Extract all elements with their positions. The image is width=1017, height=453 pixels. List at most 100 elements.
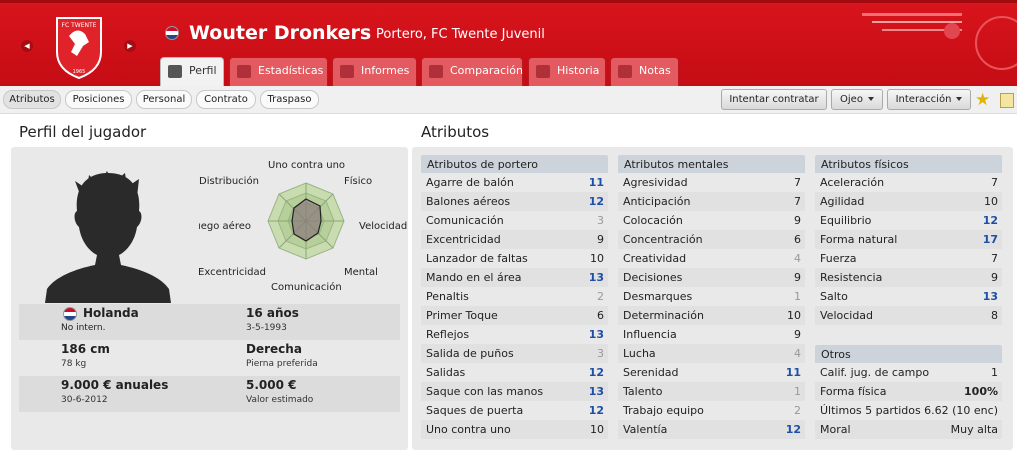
subnav-posiciones[interactable]: Posiciones: [65, 90, 132, 109]
star-icon[interactable]: ★: [975, 90, 990, 110]
player-subtitle: Portero, FC Twente Juvenil: [376, 27, 545, 42]
attribute-value: 6.62 (10 enc): [924, 404, 998, 417]
profile-icon: [168, 65, 182, 78]
wage-info: 9.000 € anuales 30-6-2012: [61, 378, 168, 405]
others-heading: Otros: [815, 345, 1002, 363]
attribute-row[interactable]: Equilibrio 12: [815, 211, 1002, 230]
attribute-row[interactable]: Salto 13: [815, 287, 1002, 306]
tab-informes[interactable]: Informes: [332, 57, 417, 86]
note-add-icon[interactable]: [1000, 93, 1014, 108]
subnav-traspaso[interactable]: Traspaso: [260, 90, 319, 109]
attribute-row[interactable]: Últimos 5 partidos 6.62 (10 enc): [815, 401, 1002, 420]
foot-label: Pierna preferida: [246, 359, 318, 369]
tab-estadisticas[interactable]: Estadísticas: [229, 57, 328, 86]
attribute-name: Excentricidad: [426, 233, 501, 246]
arrow-right-icon[interactable]: ▶: [124, 40, 136, 52]
attribute-row[interactable]: Anticipación 7: [618, 192, 805, 211]
scout-dropdown[interactable]: Ojeo: [831, 89, 883, 110]
attribute-value: 12: [588, 366, 604, 379]
attribute-name: Valentía: [623, 423, 668, 436]
attribute-row[interactable]: Agarre de balón 11: [421, 173, 608, 192]
attribute-row[interactable]: Decisiones 9: [618, 268, 805, 287]
tab-perfil[interactable]: Perfil: [160, 57, 224, 87]
subnav-personal[interactable]: Personal: [136, 90, 192, 109]
radar-label-right3: Mental: [344, 267, 378, 278]
attribute-value: 10: [590, 423, 604, 436]
attribute-row[interactable]: Agresividad 7: [618, 173, 805, 192]
foot-value: Derecha: [246, 342, 302, 356]
attribute-name: Uno contra uno: [426, 423, 511, 436]
attribute-row[interactable]: Creatividad 4: [618, 249, 805, 268]
attribute-row[interactable]: Velocidad 8: [815, 306, 1002, 325]
attribute-row[interactable]: Fuerza 7: [815, 249, 1002, 268]
attribute-row[interactable]: Moral Muy alta: [815, 420, 1002, 439]
attribute-value: 2: [794, 404, 801, 417]
tab-label: Perfil: [189, 64, 217, 77]
attribute-row[interactable]: Lanzador de faltas 10: [421, 249, 608, 268]
attribute-name: Determinación: [623, 309, 704, 322]
tab-comparacion[interactable]: Comparación: [421, 57, 523, 86]
attribute-row[interactable]: Desmarques 1: [618, 287, 805, 306]
arrow-left-icon[interactable]: ◀: [21, 40, 33, 52]
tab-notas[interactable]: Notas: [610, 57, 679, 86]
history-icon: [536, 65, 550, 78]
height-value: 186 cm: [61, 342, 110, 356]
radar-label-left2: Juego aéreo: [199, 221, 251, 232]
physical-attributes: Atributos físicos Aceleración 7 Agilidad 10…: [815, 155, 1002, 325]
attribute-row[interactable]: Lucha 4: [618, 344, 805, 363]
attribute-row[interactable]: Comunicación 3: [421, 211, 608, 230]
attribute-row[interactable]: Reflejos 13: [421, 325, 608, 344]
attribute-row[interactable]: Concentración 6: [618, 230, 805, 249]
attribute-row[interactable]: Balones aéreos 12: [421, 192, 608, 211]
left-section-title: Perfil del jugador: [19, 123, 147, 141]
interaction-label: Interacción: [895, 94, 952, 105]
attribute-row[interactable]: Agilidad 10: [815, 192, 1002, 211]
radar-label-right2: Velocidad: [359, 221, 407, 232]
wage-value: 9.000 € anuales: [61, 378, 169, 392]
attribute-row[interactable]: Aceleración 7: [815, 173, 1002, 192]
attribute-row[interactable]: Excentricidad 9: [421, 230, 608, 249]
attribute-value: 12: [982, 214, 998, 227]
attribute-value: 11: [785, 366, 801, 379]
subnav-contrato[interactable]: Contrato: [196, 90, 256, 109]
attribute-name: Saque con las manos: [426, 385, 544, 398]
attribute-row[interactable]: Salida de puños 3: [421, 344, 608, 363]
attribute-row[interactable]: Resistencia 9: [815, 268, 1002, 287]
nation-flag-icon: [165, 26, 179, 40]
attribute-value: 9: [991, 271, 998, 284]
attribute-row[interactable]: Salidas 12: [421, 363, 608, 382]
attribute-row[interactable]: Forma natural 17: [815, 230, 1002, 249]
attribute-row[interactable]: Uno contra uno 10: [421, 420, 608, 439]
attribute-row[interactable]: Colocación 9: [618, 211, 805, 230]
tab-label: Notas: [639, 64, 671, 77]
attribute-row[interactable]: Penaltis 2: [421, 287, 608, 306]
age-value: 16 años: [246, 306, 299, 320]
attribute-value: 17: [982, 233, 998, 246]
try-sign-button[interactable]: Intentar contratar: [721, 89, 827, 110]
attribute-row[interactable]: Calif. jug. de campo 1: [815, 363, 1002, 382]
tab-label: Estadísticas: [258, 64, 324, 77]
attribute-row[interactable]: Saque con las manos 13: [421, 382, 608, 401]
attribute-row[interactable]: Determinación 10: [618, 306, 805, 325]
radar-label-right1: Físico: [344, 176, 373, 187]
attribute-row[interactable]: Mando en el área 13: [421, 268, 608, 287]
subnav-atributos[interactable]: Atributos: [3, 90, 61, 109]
attribute-row[interactable]: Serenidad 11: [618, 363, 805, 382]
attribute-name: Equilibrio: [820, 214, 872, 227]
attribute-row[interactable]: Influencia 9: [618, 325, 805, 344]
attribute-row[interactable]: Primer Toque 6: [421, 306, 608, 325]
interaction-dropdown[interactable]: Interacción: [887, 89, 971, 110]
tab-label: Informes: [361, 64, 410, 77]
attribute-name: Saques de puerta: [426, 404, 524, 417]
attribute-row[interactable]: Trabajo equipo 2: [618, 401, 805, 420]
attribute-row[interactable]: Saques de puerta 12: [421, 401, 608, 420]
attribute-row[interactable]: Valentía 12: [618, 420, 805, 439]
other-info: Otros Calif. jug. de campo 1 Forma física 1…: [815, 345, 1002, 439]
attribute-name: Decisiones: [623, 271, 683, 284]
attribute-name: Agarre de balón: [426, 176, 514, 189]
tab-historia[interactable]: Historia: [528, 57, 606, 86]
attribute-value: 13: [588, 328, 604, 341]
attribute-row[interactable]: Forma física 100%: [815, 382, 1002, 401]
attribute-row[interactable]: Talento 1: [618, 382, 805, 401]
attribute-name: Resistencia: [820, 271, 883, 284]
